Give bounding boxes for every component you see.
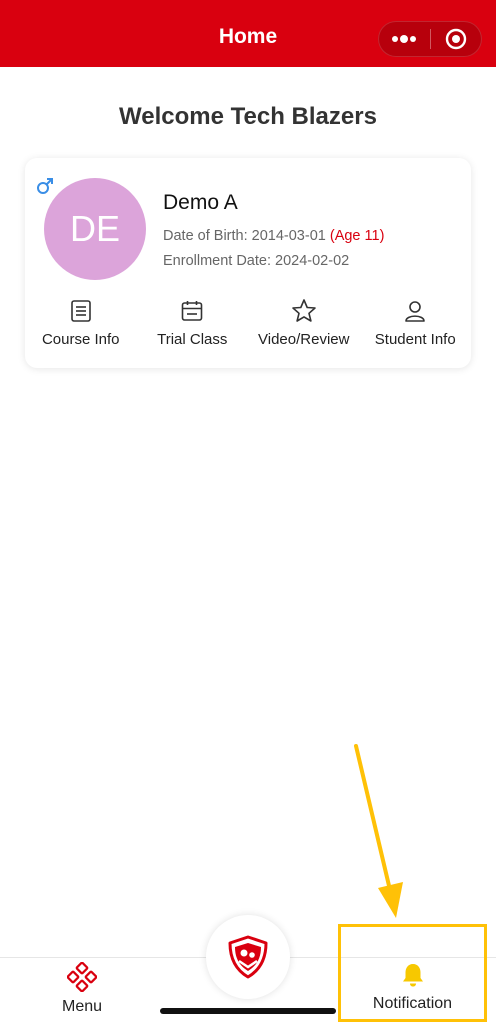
student-info-label: Student Info: [374, 331, 456, 348]
page-title: Home: [218, 24, 278, 48]
student-card[interactable]: DE Demo A Date of Birth: 2014-03-01 (Age…: [25, 158, 471, 368]
avatar: DE: [44, 178, 146, 280]
document-icon: [68, 298, 94, 324]
trial-class-label: Trial Class: [157, 331, 228, 348]
center-home-button[interactable]: [206, 915, 290, 999]
more-options-button[interactable]: [379, 21, 430, 57]
dob-text: Date of Birth: 2014-03-01: [163, 228, 326, 244]
course-info-button[interactable]: Course Info: [25, 298, 137, 353]
age-badge: (Age 11): [329, 228, 385, 244]
person-icon: [402, 298, 428, 324]
bell-icon: [402, 964, 423, 987]
shield-logo-icon: [228, 935, 268, 979]
notification-label: Notification: [372, 995, 453, 1012]
calendar-icon: [179, 298, 205, 324]
video-review-label: Video/Review: [258, 331, 350, 348]
close-program-button[interactable]: [430, 21, 481, 57]
trial-class-button[interactable]: Trial Class: [137, 298, 249, 353]
tab-notification[interactable]: Notification: [338, 924, 487, 1022]
more-dots-icon: [392, 35, 417, 43]
student-name: Demo A: [163, 191, 238, 214]
avatar-initials: DE: [69, 208, 120, 249]
home-indicator: [160, 1008, 336, 1014]
pointer-arrow-annotation: [354, 744, 403, 918]
tab-menu[interactable]: Menu: [40, 962, 124, 1022]
welcome-heading: Welcome Tech Blazers: [119, 103, 377, 130]
date-of-birth: Date of Birth: 2014-03-01 (Age 11): [163, 228, 384, 244]
star-icon: [291, 298, 317, 324]
mini-program-capsule: [378, 21, 482, 57]
menu-label: Menu: [61, 998, 103, 1015]
enrollment-date: Enrollment Date: 2024-02-02: [163, 253, 350, 269]
target-close-icon: [445, 28, 466, 50]
video-review-button[interactable]: Video/Review: [248, 298, 360, 353]
student-actions: Course Info Trial Class Video/Review Stu…: [25, 298, 471, 353]
male-icon: [37, 178, 53, 194]
top-nav-bar: Home: [0, 0, 496, 67]
menu-grid-icon: [67, 962, 97, 992]
course-info-label: Course Info: [41, 331, 120, 348]
student-info-button[interactable]: Student Info: [360, 298, 472, 353]
